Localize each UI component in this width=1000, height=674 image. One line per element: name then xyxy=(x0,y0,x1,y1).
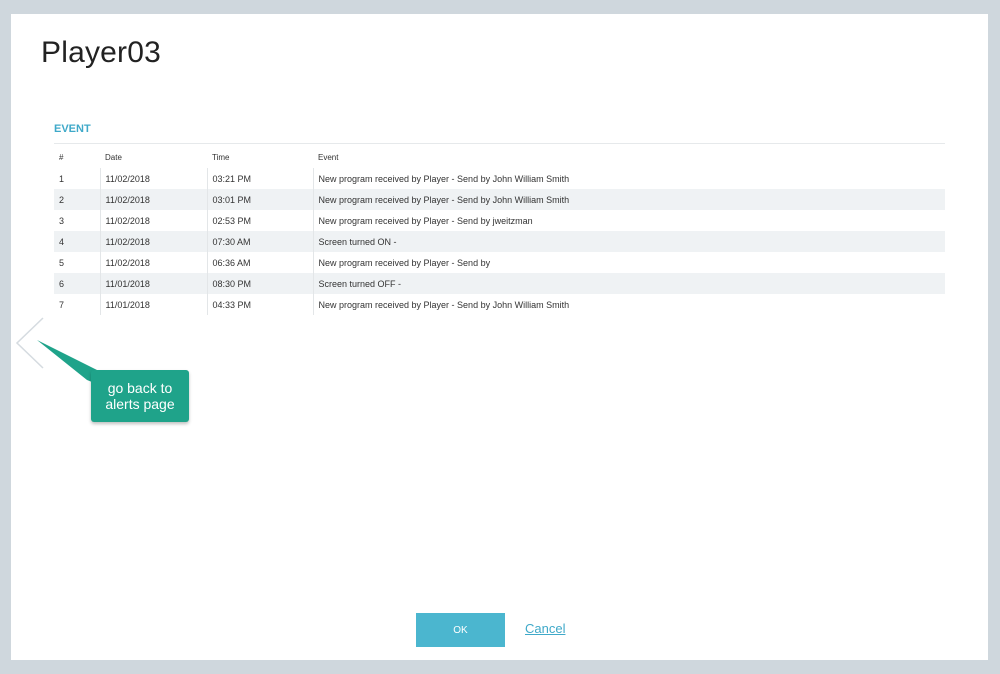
column-header-event: Event xyxy=(318,153,339,162)
section-label-event: EVENT xyxy=(54,123,91,135)
player-dialog: Player03 EVENT # Date Time Event 1 11/02… xyxy=(11,14,988,660)
cell-number: 7 xyxy=(59,299,65,310)
cell-event: New program received by Player - Send by… xyxy=(312,168,945,189)
cell-time: 03:01 PM xyxy=(206,189,313,210)
cell-date: 11/02/2018 xyxy=(99,231,207,252)
table-row: 4 11/02/2018 07:30 AM Screen turned ON - xyxy=(54,231,945,252)
section-divider xyxy=(54,143,945,144)
cell-event: Screen turned OFF - xyxy=(312,273,945,294)
cell-time: 02:53 PM xyxy=(206,210,313,231)
table-row: 5 11/02/2018 06:36 AM New program receiv… xyxy=(54,252,945,273)
ok-button[interactable]: OK xyxy=(416,613,505,647)
cell-date: 11/02/2018 xyxy=(99,189,207,210)
cell-date: 11/01/2018 xyxy=(99,273,207,294)
cell-time: 08:30 PM xyxy=(206,273,313,294)
cell-date: 11/02/2018 xyxy=(99,168,207,189)
column-header-date: Date xyxy=(105,153,122,162)
cell-number: 4 xyxy=(54,231,100,252)
cell-time: 04:33 PM xyxy=(206,294,313,315)
table-row: 3 11/02/2018 02:53 PM New program receiv… xyxy=(54,210,945,231)
cell-time: 06:36 AM xyxy=(206,252,313,273)
cell-date: 11/02/2018 xyxy=(99,252,207,273)
cell-event: New program received by Player - Send by… xyxy=(312,294,945,315)
column-header-time: Time xyxy=(212,153,230,162)
cell-date: 11/02/2018 xyxy=(99,210,207,231)
page-title: Player03 xyxy=(41,36,162,69)
table-row: 2 11/02/2018 03:01 PM New program receiv… xyxy=(54,189,945,210)
cancel-link[interactable]: Cancel xyxy=(525,621,565,636)
annotation-callout: go back to alerts page xyxy=(91,370,189,422)
cell-date: 11/01/2018 xyxy=(99,294,207,315)
cell-event: New program received by Player - Send by… xyxy=(312,210,945,231)
column-header-number: # xyxy=(59,153,64,162)
annotation-line-2: alerts page xyxy=(105,396,175,412)
cell-number: 3 xyxy=(59,215,65,226)
cell-event: New program received by Player - Send by… xyxy=(312,189,945,210)
annotation-line-1: go back to xyxy=(107,380,173,396)
cell-number: 1 xyxy=(59,173,65,184)
cell-time: 07:30 AM xyxy=(206,231,313,252)
table-row: 1 11/02/2018 03:21 PM New program receiv… xyxy=(54,168,945,189)
table-header-row: # Date Time Event xyxy=(54,147,945,168)
events-table: # Date Time Event 1 11/02/2018 03:21 PM … xyxy=(54,147,945,315)
cell-number: 5 xyxy=(59,257,65,268)
cell-number: 2 xyxy=(54,189,100,210)
table-row: 6 11/01/2018 08:30 PM Screen turned OFF … xyxy=(54,273,945,294)
cell-event: Screen turned ON - xyxy=(312,231,945,252)
cell-number: 6 xyxy=(54,273,100,294)
table-row: 7 11/01/2018 04:33 PM New program receiv… xyxy=(54,294,945,315)
cell-event: New program received by Player - Send by xyxy=(312,252,945,273)
cell-time: 03:21 PM xyxy=(206,168,313,189)
